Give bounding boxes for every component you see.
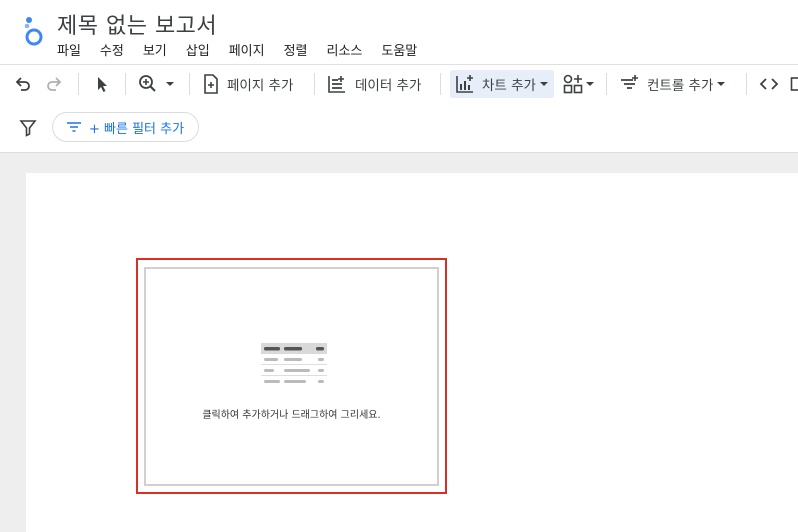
select-button[interactable] [93,65,111,103]
zoom-button[interactable] [138,65,176,103]
report-page[interactable]: 클릭하여 추가하거나 드래그하여 그리세요. [26,173,798,532]
add-page-button[interactable]: 페이지 추가 [201,65,293,103]
redo-icon [47,77,62,91]
selected-component[interactable]: 클릭하여 추가하거나 드래그하여 그리세요. [136,258,447,494]
menu-edit[interactable]: 수정 [100,44,124,59]
toolbar-separator [314,73,315,95]
add-data-label: 데이터 추가 [355,78,422,94]
add-chart-label: 차트 추가 [482,78,536,94]
toolbar-separator [78,73,79,95]
redo-button[interactable] [44,65,64,103]
toolbar-separator [746,73,747,95]
embed-button[interactable] [758,65,780,103]
cursor-arrow-icon [98,77,107,92]
quick-filter-chip[interactable]: + 빠른 필터 추가 [52,112,200,142]
menu-view[interactable]: 보기 [143,44,167,59]
canvas-area[interactable]: 클릭하여 추가하거나 드래그하여 그리세요. [0,153,798,532]
add-control-icon [621,75,638,89]
filter-lines-icon [67,122,81,132]
add-data-button[interactable]: 데이터 추가 [326,65,421,103]
app-header: 제목 없는 보고서 파일 수정 보기 삽입 페이지 정렬 리소스 도움말 [0,0,798,62]
add-chart-button[interactable]: 차트 추가 [450,70,554,98]
menu-insert[interactable]: 삽입 [186,44,210,59]
add-data-icon [328,76,345,93]
caret-down-icon [539,82,548,86]
menu-help[interactable]: 도움말 [381,44,417,59]
quick-filter-label: + 빠른 필터 추가 [89,121,185,137]
table-placeholder[interactable]: 클릭하여 추가하거나 드래그하여 그리세요. [144,267,439,486]
undo-button[interactable] [13,65,33,103]
add-control-button[interactable]: 컨트롤 추가 [618,65,727,103]
menu-file[interactable]: 파일 [57,44,81,59]
menu-bar: 파일 수정 보기 삽입 페이지 정렬 리소스 도움말 [57,40,436,59]
toolbar-separator [189,73,190,95]
zoom-in-icon [139,75,156,92]
shapes-icon [563,74,583,94]
caret-down-icon [166,82,174,86]
caret-down-icon [717,82,726,86]
menu-page[interactable]: 페이지 [229,44,265,59]
filter-funnel-icon [19,120,37,137]
toolbar: 페이지 추가 데이터 추가 차트 추가 컨트롤 추가 [0,64,798,104]
undo-icon [15,77,30,91]
filter-bar: + 빠른 필터 추가 [0,103,798,153]
add-page-icon [204,74,218,94]
image-button[interactable] [790,65,798,103]
looker-studio-logo-icon [24,17,43,46]
code-icon [759,78,779,90]
caret-down-icon [586,82,594,86]
menu-arrange[interactable]: 정렬 [284,44,308,59]
toolbar-separator [606,73,607,95]
add-page-label: 페이지 추가 [227,78,294,94]
image-icon [790,77,798,91]
placeholder-hint: 클릭하여 추가하거나 드래그하여 그리세요. [202,410,381,421]
filter-button[interactable] [18,118,38,142]
report-title[interactable]: 제목 없는 보고서 [57,8,217,40]
add-chart-icon [456,75,473,93]
menu-resources[interactable]: 리소스 [327,44,363,59]
add-control-label: 컨트롤 추가 [647,78,714,94]
table-chart-icon [261,343,327,383]
toolbar-separator [440,73,441,95]
add-component-button[interactable] [562,65,596,103]
toolbar-separator [125,73,126,95]
